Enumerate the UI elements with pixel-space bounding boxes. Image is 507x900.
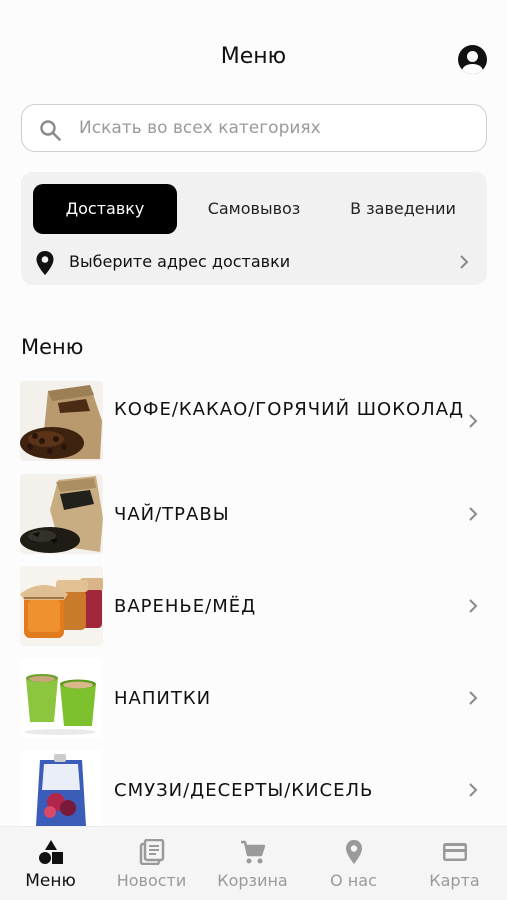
tab-label: Корзина: [217, 871, 288, 890]
chevron-right-icon: [469, 783, 478, 797]
category-drinks[interactable]: НАПИТКИ: [20, 658, 487, 738]
location-pin-icon: [346, 840, 362, 864]
tab-cart[interactable]: Корзина: [202, 827, 303, 900]
search-input[interactable]: [79, 105, 479, 150]
tab-news[interactable]: Новости: [101, 827, 202, 900]
category-jam[interactable]: ВАРЕНЬЕ/МЁД: [20, 566, 487, 646]
search-bar[interactable]: [21, 104, 487, 152]
card-icon: [443, 843, 467, 861]
chevron-right-icon: [469, 507, 478, 521]
category-coffee[interactable]: КОФЕ/КАКАО/ГОРЯЧИЙ ШОКОЛАД: [20, 381, 487, 461]
category-image-tea: [20, 474, 103, 554]
cart-icon: [241, 840, 266, 864]
news-icon: [139, 839, 165, 865]
profile-icon[interactable]: [458, 45, 487, 74]
search-icon: [40, 120, 61, 141]
delivery-card: Доставку Самовывоз В заведении Выберите …: [21, 172, 487, 285]
category-label: НАПИТКИ: [114, 688, 212, 709]
menu-shapes-icon: [39, 840, 63, 864]
tab-about[interactable]: О нас: [303, 827, 404, 900]
category-label: СМУЗИ/ДЕСЕРТЫ/КИСЕЛЬ: [114, 780, 374, 801]
chevron-right-icon: [460, 255, 469, 269]
tab-menu[interactable]: Меню: [0, 827, 101, 900]
page-title: Меню: [220, 44, 287, 69]
tab-label: Новости: [116, 871, 187, 890]
category-label: КОФЕ/КАКАО/ГОРЯЧИЙ ШОКОЛАД: [114, 399, 465, 420]
tab-label: Меню: [25, 871, 76, 891]
delivery-mode-pickup[interactable]: Самовывоз: [189, 184, 319, 234]
tab-label: Карта: [429, 871, 480, 890]
chevron-right-icon: [469, 599, 478, 613]
category-label: ВАРЕНЬЕ/МЁД: [114, 596, 257, 617]
tab-label: О нас: [330, 871, 377, 890]
delivery-mode-delivery[interactable]: Доставку: [33, 184, 177, 234]
category-smoothie[interactable]: СМУЗИ/ДЕСЕРТЫ/КИСЕЛЬ: [20, 750, 487, 830]
address-selector[interactable]: Выберите адрес доставки: [21, 248, 487, 278]
category-tea[interactable]: ЧАЙ/ТРАВЫ: [20, 474, 487, 554]
category-label: ЧАЙ/ТРАВЫ: [114, 504, 230, 525]
location-pin-icon: [36, 251, 54, 275]
chevron-right-icon: [469, 691, 478, 705]
app-header: Меню: [0, 0, 507, 110]
address-prompt: Выберите адрес доставки: [69, 252, 291, 271]
bottom-tab-bar: Меню Новости Корзина О нас Карта: [0, 826, 507, 900]
category-image-smoothie: [20, 750, 103, 830]
chevron-right-icon: [469, 414, 478, 428]
menu-section-title: Меню: [21, 335, 84, 359]
category-image-jam: [20, 566, 103, 646]
delivery-mode-dine-in[interactable]: В заведении: [333, 184, 473, 234]
tab-card[interactable]: Карта: [404, 827, 505, 900]
category-image-coffee: [20, 381, 103, 461]
category-image-drinks: [20, 658, 103, 738]
